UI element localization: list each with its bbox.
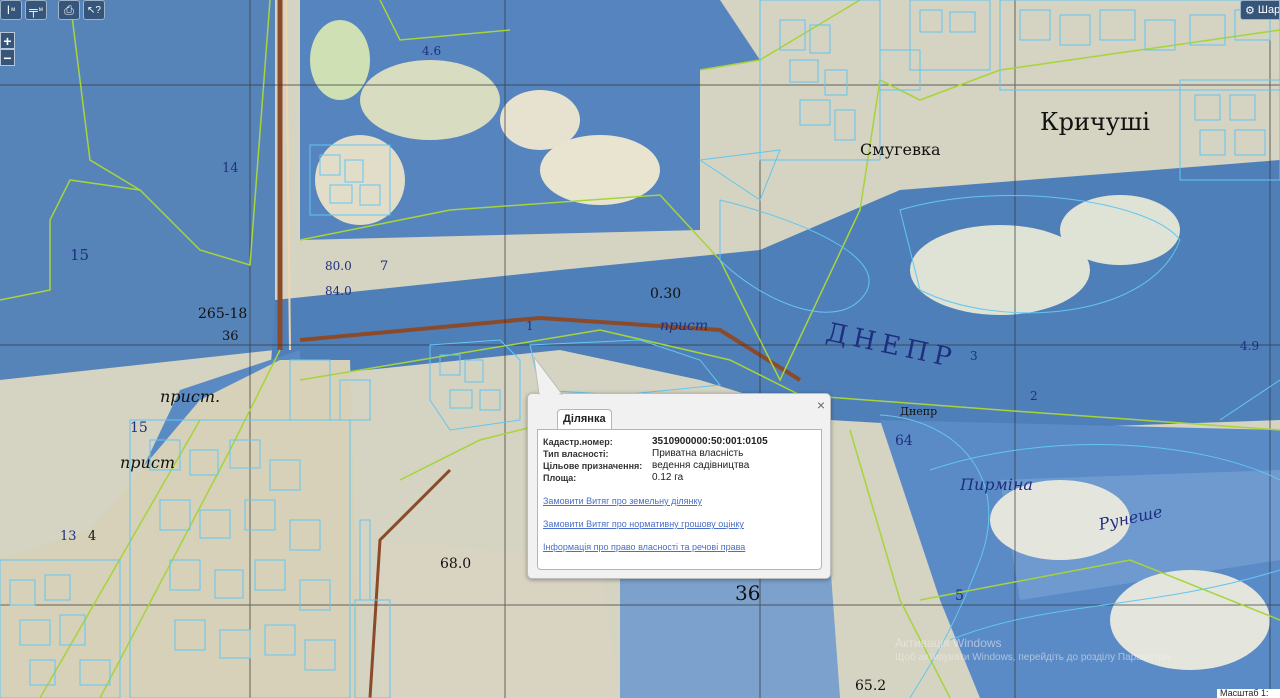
order-land-extract-link[interactable]: Замовити Витяг про земельну ділянку (543, 496, 702, 506)
popup-pointer (534, 357, 564, 395)
map-label: 5 (955, 588, 964, 604)
map-label: 3 (970, 349, 978, 363)
purpose-value: ведення садівництва (652, 460, 750, 471)
map-label: 4.9 (1240, 339, 1259, 353)
ownership-type-value: Приватна власність (652, 448, 744, 459)
map-label: 0.30 (650, 286, 681, 302)
map-label: прист (120, 453, 175, 472)
area-ruler-icon: ╤ (29, 3, 38, 17)
cadastral-number-value: 3510900000:50:001:0105 (652, 436, 768, 447)
watermark-title: Активація Windows (895, 636, 1002, 650)
zoom-in-button[interactable]: + (0, 32, 15, 49)
map-label: 36 (222, 329, 239, 344)
print-button[interactable]: ⎙ (58, 0, 80, 20)
pointer-help-icon: ↖? (87, 4, 101, 16)
area-label: Площа: (543, 473, 577, 483)
map-label: Смугевка (860, 140, 941, 159)
map-label: 36 (735, 581, 760, 605)
map-label: 7 (380, 259, 388, 274)
tab-parcel[interactable]: Ділянка (557, 409, 612, 429)
map-label: 84.0 (325, 284, 352, 298)
map-label: 1 (526, 319, 534, 333)
windows-activation-watermark: Активація Windows Щоб активувати Windows… (895, 636, 1172, 663)
map-label: 2 (1030, 389, 1038, 403)
measure-length-button[interactable]: Iм (0, 0, 22, 20)
scale-indicator: Масштаб 1: (1217, 689, 1280, 698)
map-label: 15 (130, 420, 148, 436)
map-label: 15 (70, 246, 89, 264)
map-label: Днепр (900, 405, 937, 418)
map-canvas[interactable]: 4.6 14 15 7 80.0 84.0 265-18 36 прист. 1… (0, 0, 1280, 698)
map-label: 65.2 (855, 678, 886, 694)
ownership-info-link[interactable]: Інформація про право власності та речові… (543, 542, 745, 552)
purpose-label: Цільове призначення: (543, 461, 643, 471)
map-label: 4.6 (422, 44, 441, 58)
order-valuation-extract-link[interactable]: Замовити Витяг про нормативну грошову оц… (543, 519, 744, 529)
map-label: 80.0 (325, 259, 352, 273)
map-label: Кричуші (1040, 108, 1150, 136)
map-label: Пирміна (959, 475, 1033, 494)
map-label: 13 (60, 529, 77, 544)
close-icon[interactable]: × (817, 397, 825, 413)
parcel-info-popup: × Ділянка Кадастр.номер: 3510900000:50:0… (527, 357, 831, 579)
watermark-subtitle: Щоб активувати Windows, перейдіть до роз… (895, 652, 1173, 663)
zoom-out-button[interactable]: − (0, 49, 15, 66)
map-label: 64 (895, 433, 913, 449)
map-label: прист. (160, 387, 220, 406)
measure-area-button[interactable]: ╤ м (25, 0, 47, 20)
parcel-info-panel: Кадастр.номер: 3510900000:50:001:0105 Ти… (537, 429, 822, 570)
printer-icon: ⎙ (64, 2, 74, 17)
area-value: 0.12 га (652, 472, 684, 483)
ownership-type-label: Тип власності: (543, 449, 609, 459)
ruler-icon: I (6, 3, 11, 17)
map-label: 4 (88, 529, 96, 544)
identify-button[interactable]: ↖? (83, 0, 105, 20)
gear-icon: ⚙ (1245, 4, 1255, 17)
map-toolbar: Iм ╤ м ⎙ ↖? (0, 0, 105, 20)
map-label: 265-18 (198, 306, 247, 322)
layers-label: Шар (1257, 4, 1280, 16)
map-label: 68.0 (440, 556, 471, 572)
map-label: 14 (222, 161, 239, 176)
map-label: прист (660, 318, 708, 334)
layers-button[interactable]: ⚙ Шар (1240, 0, 1280, 20)
cadastral-number-label: Кадастр.номер: (543, 437, 613, 447)
zoom-control: + − (0, 32, 15, 66)
